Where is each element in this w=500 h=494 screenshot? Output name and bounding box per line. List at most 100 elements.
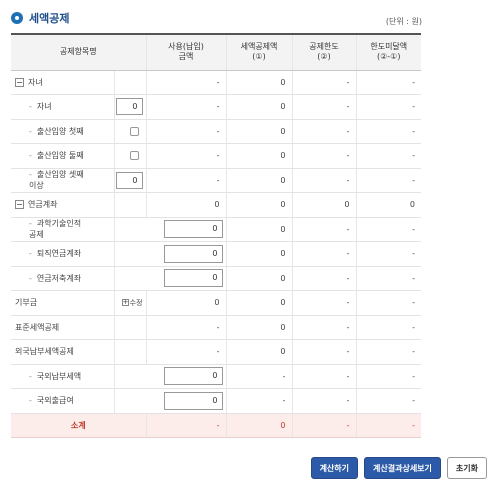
row-label-donation: 기부금 [11, 290, 114, 316]
credit-value: 0 [225, 339, 292, 365]
table-row: - 자녀 0 - 0 - - [11, 94, 421, 120]
subtotal-label: 소계 [11, 413, 146, 438]
col-header-excess: 한도미달액 (②-①) [355, 33, 421, 71]
child-count-input[interactable]: 0 [115, 98, 143, 116]
excess-value: - [355, 241, 421, 267]
retire-pension-amount-input[interactable]: 0 [163, 244, 223, 263]
credit-value: 0 [225, 241, 292, 267]
paid-value: 0 [145, 290, 226, 316]
credit-value: 0 [225, 94, 292, 120]
credit-value: 0 [225, 192, 292, 218]
credit-value: 0 [225, 290, 292, 316]
table-row: 기부금 +수정 0 0 - - [11, 290, 421, 316]
limit-value: - [291, 388, 356, 414]
table-row: 표준세액공제 - 0 - - [11, 315, 421, 340]
birth-second-checkbox[interactable] [129, 151, 139, 161]
sci-mutual-amount-input[interactable]: 0 [163, 220, 223, 239]
table-row: - 퇴직연금계좌 0 0 - - [11, 241, 421, 267]
table-row: - 출산입양 둘째 - 0 - - [11, 143, 421, 169]
limit-value: - [291, 290, 356, 316]
collapse-icon[interactable]: − [15, 77, 24, 87]
paid-value: - [145, 168, 226, 193]
col-header-credit: 세액공제액 (①) [225, 33, 292, 71]
table-row: 외국납부세액공제 - 0 - - [11, 339, 421, 365]
birth-first-checkbox[interactable] [129, 126, 139, 136]
pension-saving-amount-input[interactable]: 0 [163, 269, 223, 288]
row-label-child-group: − 자녀 [11, 70, 114, 95]
table-row: - 국외납부세액 0 - - - [11, 364, 421, 389]
foreign-salary-amount-input[interactable]: 0 [163, 391, 223, 410]
subtotal-row: 소계 - 0 - - [11, 413, 421, 438]
excess-value: - [355, 70, 421, 95]
section-header: 세액공제 [11, 10, 69, 26]
table-row: − 연금계좌 0 0 0 0 [11, 192, 421, 218]
excess-value: - [355, 388, 421, 414]
credit-value: - [225, 364, 292, 389]
limit-value: - [291, 143, 356, 169]
excess-value: - [355, 168, 421, 193]
row-label-birth-second: - 출산입양 둘째 [11, 143, 114, 169]
credit-value: 0 [225, 413, 292, 438]
row-label-foreign-salary: - 국외출급여 [11, 388, 114, 414]
limit-value: - [291, 119, 356, 144]
table-row: - 연금저축계좌 0 0 - - [11, 266, 421, 291]
row-label-foreign-tax: - 국외납부세액 [11, 364, 114, 389]
table-row: − 자녀 - 0 - - [11, 70, 421, 95]
plus-icon: + [121, 298, 129, 307]
foreign-tax-amount-input[interactable]: 0 [163, 367, 223, 386]
excess-value: - [355, 266, 421, 291]
credit-value: 0 [225, 266, 292, 291]
reset-button[interactable]: 초기화 [446, 457, 487, 479]
excess-value: 0 [355, 192, 421, 218]
excess-value: - [355, 364, 421, 389]
calculate-button[interactable]: 계산하기 [310, 457, 359, 479]
collapse-icon[interactable]: − [15, 200, 24, 210]
excess-value: - [355, 94, 421, 120]
paid-value: - [145, 143, 226, 169]
table-row: - 과학기술인적 공제 0 0 - - [11, 217, 421, 242]
bullet-icon [11, 12, 23, 24]
paid-value: 0 [145, 192, 226, 218]
excess-value: - [355, 143, 421, 169]
paid-value: - [145, 119, 226, 144]
row-label-pension-saving: - 연금저축계좌 [11, 266, 114, 291]
limit-value: - [291, 364, 356, 389]
paid-value: - [145, 339, 226, 365]
donation-edit-button[interactable]: +수정 [121, 298, 143, 307]
section-title: 세액공제 [29, 12, 70, 25]
unit-label: (단위 : 원) [385, 17, 422, 26]
credit-value: 0 [225, 315, 292, 340]
birth-third-input[interactable]: 0 [115, 171, 143, 189]
col-header-item: 공제항목명 [11, 33, 146, 71]
row-label-retire-pension: - 퇴직연금계좌 [11, 241, 114, 267]
limit-value: - [291, 217, 356, 242]
tax-credit-table: 공제항목명 사용(납입) 금액 세액공제액 (①) 공제한도 (②) 한도미달액… [11, 33, 421, 438]
paid-value: - [145, 413, 226, 438]
limit-value: - [291, 70, 356, 95]
row-label-pension-group: − 연금계좌 [11, 192, 114, 218]
excess-value: - [355, 119, 421, 144]
col-header-paid: 사용(납입) 금액 [145, 33, 226, 71]
limit-value: 0 [291, 192, 356, 218]
credit-value: - [225, 388, 292, 414]
table-header-row: 공제항목명 사용(납입) 금액 세액공제액 (①) 공제한도 (②) 한도미달액… [11, 33, 421, 71]
paid-value: - [145, 94, 226, 120]
row-label-birth-third: - 출산입양 셋째 이상 [11, 168, 114, 193]
table-row: - 국외출급여 0 - - - [11, 388, 421, 414]
limit-value: - [291, 315, 356, 340]
excess-value: - [355, 290, 421, 316]
limit-value: - [291, 413, 356, 438]
credit-value: 0 [225, 217, 292, 242]
excess-value: - [355, 339, 421, 365]
row-label-sci-mutual: - 과학기술인적 공제 [11, 217, 114, 242]
paid-value: - [145, 315, 226, 340]
limit-value: - [291, 339, 356, 365]
excess-value: - [355, 217, 421, 242]
row-label-foreign-group: 외국납부세액공제 [11, 339, 114, 365]
excess-value: - [355, 413, 421, 438]
credit-value: 0 [225, 143, 292, 169]
credit-value: 0 [225, 168, 292, 193]
details-button[interactable]: 계산결과상세보기 [364, 457, 441, 479]
action-buttons: 계산하기 계산결과상세보기 초기화 [310, 457, 487, 479]
table-row: - 출산입양 첫째 - 0 - - [11, 119, 421, 144]
